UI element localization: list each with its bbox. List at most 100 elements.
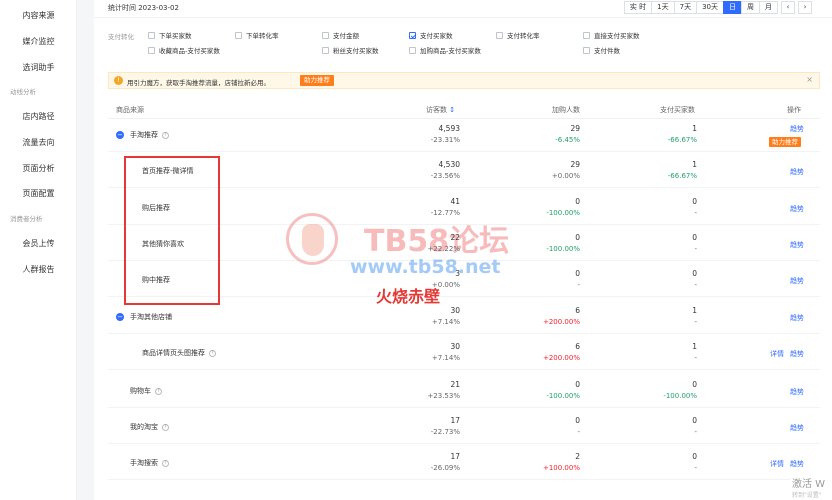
detail-link[interactable]: 详情 (770, 349, 784, 359)
row-source-label: 我的淘宝 (130, 423, 158, 431)
row-source-name: 购后推荐 (142, 203, 170, 213)
row-source-name: − 手淘其他店铺 (116, 312, 172, 322)
metric-checkbox-direct-pay-buyers[interactable]: 直接支付买家数 (583, 30, 640, 40)
visitors-value: 4,593 (438, 124, 460, 133)
trend-link[interactable]: 趋势 (790, 124, 804, 134)
trend-link[interactable]: 趋势 (790, 167, 804, 177)
row-source-name: 购物车? (130, 386, 162, 396)
time-btn-day[interactable]: 日 (723, 1, 742, 14)
cart-value: 6 (575, 306, 580, 315)
cart-change: +0.00% (551, 172, 580, 180)
metric-checkbox-cart-pay-buyers[interactable]: 加购商品-支付买家数 (409, 45, 481, 55)
buyers-change: - (694, 209, 697, 217)
visitors-value: 17 (450, 452, 460, 461)
notice-text: 用引力魔方，获取手淘推荐流量，店铺拉新必用。 (127, 79, 270, 87)
trend-link[interactable]: 趋势 (790, 387, 804, 397)
checkbox-icon (409, 46, 416, 54)
cart-change: -6.45% (555, 136, 580, 144)
help-icon[interactable]: ? (155, 387, 162, 395)
collapse-icon[interactable]: − (116, 313, 124, 321)
time-btn-realtime[interactable]: 实 时 (623, 1, 653, 14)
sidebar: 内容来源 媒介监控 选词助手 动线分析 店内路径 流量去向 页面分析 页面配置 … (0, 0, 77, 500)
sidebar-item-page-config[interactable]: 页面配置 (0, 188, 77, 199)
buyers-change: -100.00% (663, 392, 697, 400)
row-boost-button[interactable]: 助力推荐 (769, 137, 801, 147)
buyers-value: 0 (692, 197, 697, 206)
visitors-change: +7.14% (431, 354, 460, 362)
chevron-right-icon[interactable]: › (798, 1, 812, 14)
cart-change: -100.00% (546, 392, 580, 400)
cart-value: 6 (575, 342, 580, 351)
sidebar-item-content-source[interactable]: 内容来源 (0, 10, 77, 21)
metric-checkbox-order-rate[interactable]: 下单转化率 (235, 30, 279, 40)
help-icon[interactable]: ? (162, 459, 169, 467)
sidebar-item-media-monitor[interactable]: 媒介监控 (0, 36, 77, 47)
row-source-name: 手淘搜索? (130, 458, 169, 468)
sidebar-item-keyword-helper[interactable]: 选词助手 (0, 62, 77, 73)
help-icon[interactable]: ? (162, 131, 169, 139)
trend-link[interactable]: 趋势 (790, 204, 804, 214)
activate-windows-notice: 激活 W 转到"设置" (790, 474, 832, 500)
time-btn-month[interactable]: 月 (759, 1, 778, 14)
trend-link[interactable]: 趋势 (790, 276, 804, 286)
sidebar-item-traffic-destination[interactable]: 流量去向 (0, 137, 77, 148)
checkbox-icon (322, 46, 329, 54)
metric-checkbox-fan-pay-buyers[interactable]: 粉丝支付买家数 (322, 45, 379, 55)
header-visitors[interactable]: 访客数 ↕ (426, 105, 455, 115)
buyers-change: - (694, 281, 697, 289)
visitors-change: +22.22% (427, 245, 460, 253)
boost-recommend-button[interactable]: 助力推荐 (300, 75, 334, 86)
checkbox-icon (496, 31, 503, 39)
detail-link[interactable]: 详情 (770, 459, 784, 469)
metric-checkbox-pay-buyers[interactable]: 支付买家数 (409, 30, 453, 40)
cart-change: +200.00% (542, 354, 580, 362)
sort-icon[interactable]: ↕ (449, 106, 455, 114)
trend-link[interactable]: 趋势 (790, 313, 804, 323)
trend-link[interactable]: 趋势 (790, 423, 804, 433)
sidebar-item-member-upload[interactable]: 会员上传 (0, 238, 77, 249)
row-source-label: 手淘搜索 (130, 459, 158, 467)
metric-checkbox-pay-items[interactable]: 支付件数 (583, 45, 620, 55)
buyers-value: 0 (692, 380, 697, 389)
metric-checkbox-pay-rate[interactable]: 支付转化率 (496, 30, 540, 40)
visitors-change: -26.09% (430, 464, 460, 472)
cart-change: +100.00% (542, 464, 580, 472)
buyers-change: -66.67% (667, 136, 697, 144)
metric-checkbox-pay-amount[interactable]: 支付金额 (322, 30, 359, 40)
metric-checkbox-fav-pay-buyers[interactable]: 收藏商品-支付买家数 (148, 45, 220, 55)
buyers-change: - (694, 245, 697, 253)
buyers-value: 0 (692, 452, 697, 461)
cart-value: 0 (575, 380, 580, 389)
buyers-change: - (694, 428, 697, 436)
visitors-value: 30 (450, 306, 460, 315)
row-source-label: 商品详情页头图推荐 (142, 349, 205, 357)
table-row (108, 116, 820, 152)
visitors-change: +0.00% (431, 281, 460, 289)
sidebar-item-page-analysis[interactable]: 页面分析 (0, 163, 77, 174)
time-btn-1d[interactable]: 1天 (651, 1, 675, 14)
layout-gutter (77, 0, 94, 500)
metric-checkbox-order-buyers[interactable]: 下单买家数 (148, 30, 192, 40)
time-btn-30d[interactable]: 30天 (696, 1, 724, 14)
checkbox-icon (583, 31, 590, 39)
chevron-left-icon[interactable]: ‹ (781, 1, 795, 14)
trend-link[interactable]: 趋势 (790, 240, 804, 250)
checkbox-icon (583, 46, 590, 54)
visitors-change: -12.77% (430, 209, 460, 217)
visitors-value: 41 (450, 197, 460, 206)
time-btn-week[interactable]: 周 (741, 1, 760, 14)
row-source-label: 手淘推荐 (130, 131, 158, 139)
close-icon[interactable]: × (806, 75, 813, 84)
sidebar-item-audience-report[interactable]: 人群报告 (0, 264, 77, 275)
activate-line1: 激活 W (792, 479, 826, 490)
time-range-selector: 实 时 1天 7天 30天 日 周 月 ‹ › (623, 1, 812, 14)
trend-link[interactable]: 趋势 (790, 349, 804, 359)
collapse-icon[interactable]: − (116, 131, 124, 139)
cart-change: - (577, 281, 580, 289)
sidebar-item-store-path[interactable]: 店内路径 (0, 111, 77, 122)
help-icon[interactable]: ? (162, 423, 169, 431)
trend-link[interactable]: 趋势 (790, 459, 804, 469)
time-btn-7d[interactable]: 7天 (673, 1, 698, 14)
help-icon[interactable]: ? (209, 349, 216, 357)
header-source: 商品来源 (116, 106, 144, 114)
